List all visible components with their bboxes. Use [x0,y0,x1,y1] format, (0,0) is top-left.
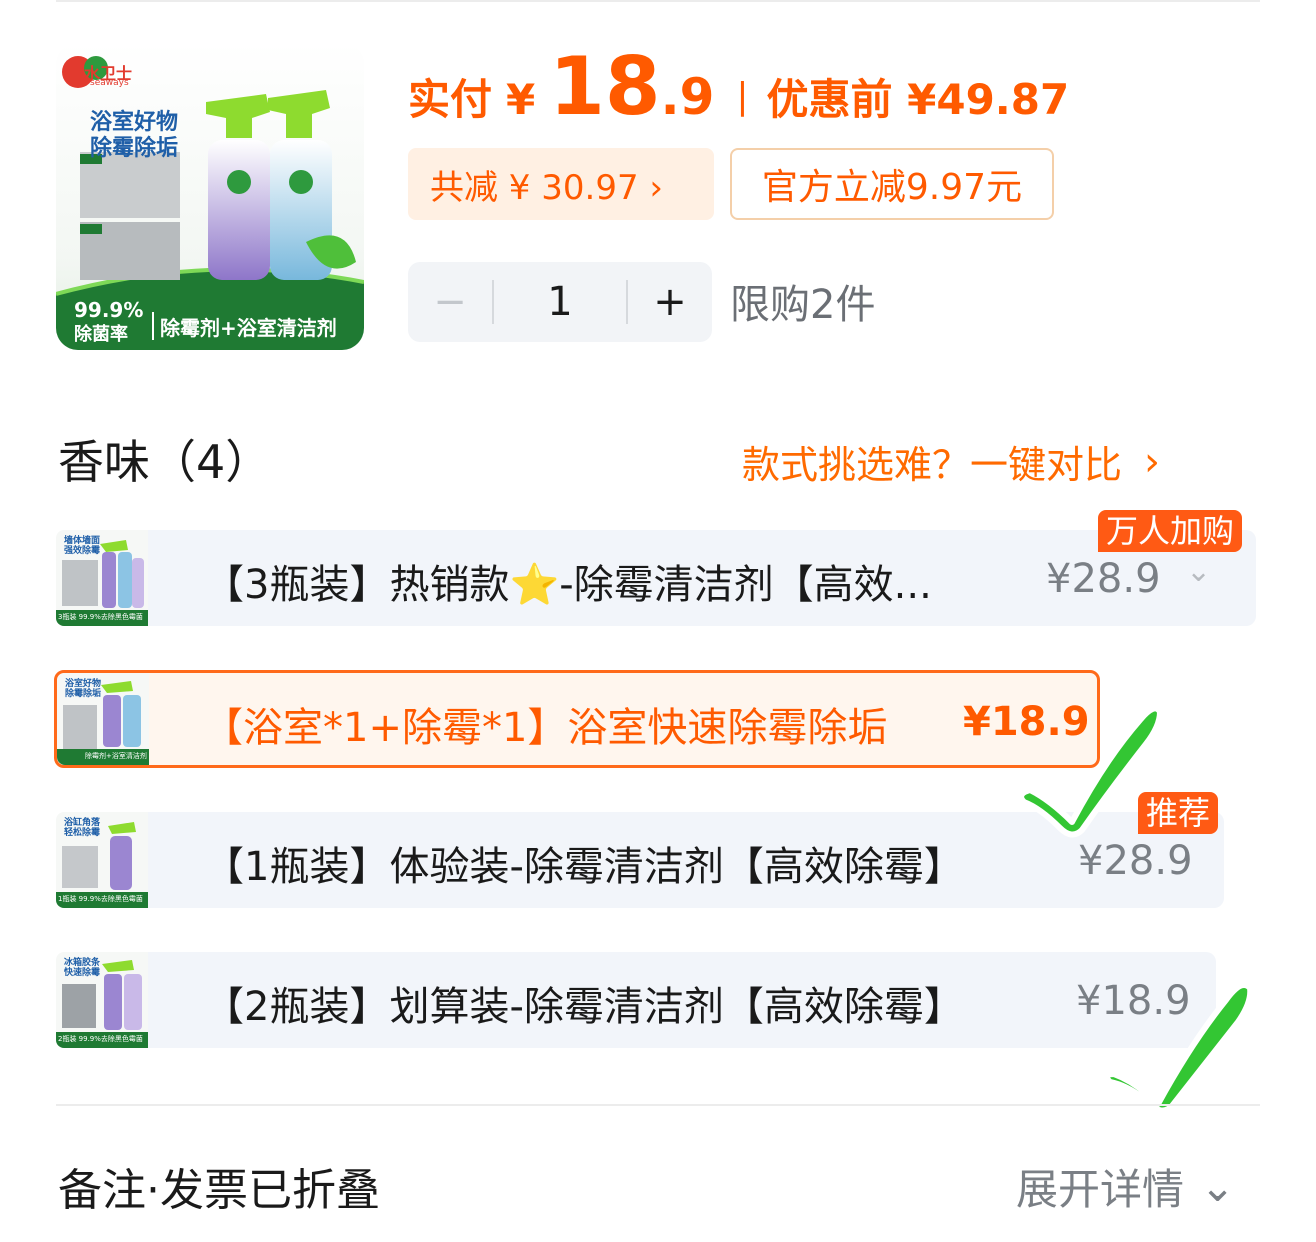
option-price: ¥28.9 [1078,838,1193,884]
option-thumb-text: 浴缸角落 轻松除霉 [64,818,101,838]
price-decimal: .9 [660,68,715,126]
purchase-limit: 限购2件 [730,282,876,328]
option-price: ¥28.9 [1046,556,1161,602]
price-currency: ¥ [506,75,536,124]
option-thumb-footer: 3瓶装 99.9%去除黑色霉菌 [58,613,143,621]
green-checkmark-icon [1018,705,1163,838]
option-2-bottle[interactable]: 冰箱胶条 快速除霉 2瓶装 99.9%去除黑色霉菌 【2瓶装】划算装-除霉清洁剂… [56,952,1216,1048]
option-3-bottle[interactable]: 墙体墙面 强效除霉 3瓶装 99.9%去除黑色霉菌 【3瓶装】热销款⭐-除霉清洁… [56,530,1256,626]
option-label: 【1瓶装】体验装-除霉清洁剂【高效除霉】 [204,844,964,890]
top-divider [56,0,1260,2]
popular-badge: 万人加购 [1098,510,1243,552]
bottom-divider [56,1104,1260,1106]
paid-label: 实付 [408,75,493,124]
green-checkmark-icon [1103,982,1254,1114]
option-thumb-footer: 除霉剂+浴室清洁剂 [85,752,147,760]
option-thumbnail: 冰箱胶条 快速除霉 2瓶装 99.9%去除黑色霉菌 [56,952,148,1048]
option-thumb-text: 浴室好物 除霉除垢 [65,679,102,699]
chevron-down-icon[interactable]: ⌄ [1186,554,1211,589]
quantity-stepper: − 1 + [408,262,712,342]
image-footer-stat: 99.9% [74,298,144,322]
official-discount-tag: 官方立减9.97元 [730,148,1054,220]
image-footer-divider [152,312,154,340]
option-label: 【3瓶装】热销款⭐-除霉清洁剂【高效... [204,562,932,608]
option-label: 【浴室*1+除霉*1】浴室快速除霉除垢 [203,705,888,751]
image-footer-text: 除霉剂+浴室清洁剂 [160,316,337,340]
price-row: 实付 ¥ 18 .9 | 优惠前 ¥49.87 [408,40,1070,133]
option-thumbnail: 墙体墙面 强效除霉 3瓶装 99.9%去除黑色霉菌 [56,530,148,626]
option-thumbnail: 浴室好物 除霉除垢 除霉剂+浴室清洁剂 [57,673,149,765]
scent-section-title: 香味（4） [58,435,272,489]
price-separator: | [736,76,749,117]
expand-details-label: 展开详情 [1016,1165,1185,1214]
increase-button[interactable]: + [628,262,712,342]
product-image[interactable]: 水卫士 seaways 浴室好物 除霉除垢 99.9% 除菌率 除霉剂+浴室清洁… [56,42,364,350]
option-thumbnail: 浴缸角落 轻松除霉 1瓶装 99.9%去除黑色霉菌 [56,812,148,908]
decrease-button[interactable]: − [408,262,492,342]
price-before-discount: 优惠前 ¥49.87 [766,75,1070,124]
chevron-right-icon: › [1144,438,1161,485]
image-headline-2: 除霉除垢 [90,136,179,161]
expand-details-link[interactable]: 展开详情 ⌄ [1016,1156,1235,1217]
image-footer-stat-label: 除菌率 [74,324,128,345]
notes-invoice-label: 备注·发票已折叠 [58,1165,380,1216]
option-bathroom-mold-combo[interactable]: 浴室好物 除霉除垢 除霉剂+浴室清洁剂 【浴室*1+除霉*1】浴室快速除霉除垢 … [54,670,1100,768]
image-brand-en: seaways [90,78,129,88]
compare-link-label: 款式挑选难？一键对比 [742,443,1123,487]
option-label: 【2瓶装】划算装-除霉清洁剂【高效除霉】 [204,984,964,1030]
chevron-down-icon: ⌄ [1200,1162,1236,1211]
option-thumb-footer: 2瓶装 99.9%去除黑色霉菌 [58,1035,143,1043]
price-integer: 18 [549,40,661,133]
option-thumb-text: 墙体墙面 强效除霉 [64,536,101,556]
option-thumb-text: 冰箱胶条 快速除霉 [64,958,101,978]
total-discount-tag[interactable]: 共减 ¥ 30.97 › [408,148,714,220]
quantity-value[interactable]: 1 [494,279,626,325]
compare-link[interactable]: 款式挑选难？一键对比 › [742,434,1160,489]
option-thumb-footer: 1瓶装 99.9%去除黑色霉菌 [58,895,143,903]
